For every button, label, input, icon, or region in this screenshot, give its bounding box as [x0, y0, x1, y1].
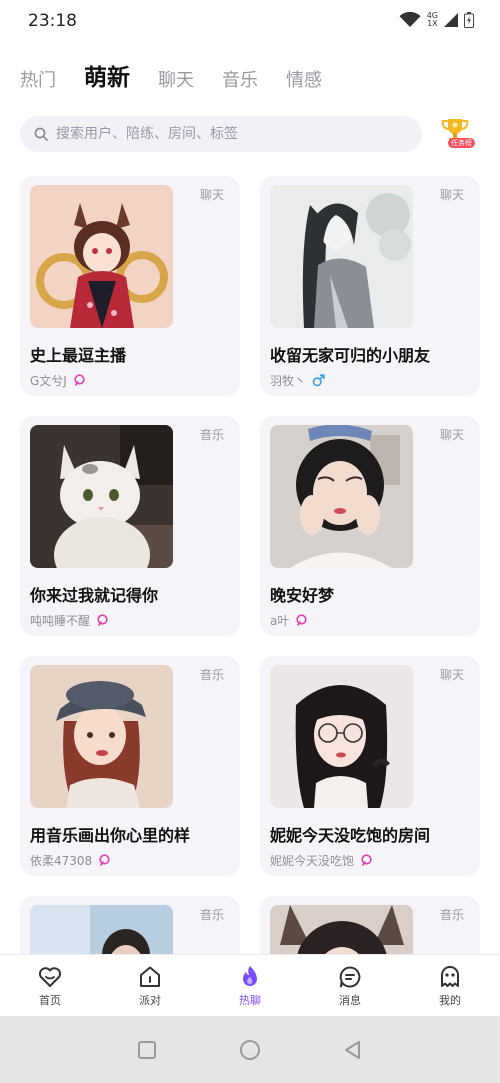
room-host: 妮妮今天没吃饱	[270, 852, 373, 869]
room-host: 羽牧丶	[270, 372, 325, 389]
category-tabs: 热门 萌新 聊天 音乐 情感	[20, 56, 322, 92]
network-type: 4G 1X	[426, 11, 438, 28]
room-tag: 聊天	[439, 668, 464, 682]
girl-portrait-cover	[270, 425, 413, 568]
boy-portrait-cover	[30, 905, 173, 954]
search-bar[interactable]	[20, 116, 422, 152]
search-icon	[34, 127, 48, 141]
app-screen: 23:18 4G 1X 热门 萌新 聊天 音乐 情感 搜索用户、陪练、房间、标签…	[0, 0, 500, 1083]
heart-home-icon	[38, 966, 62, 987]
tab-chat[interactable]: 聊天	[158, 66, 194, 92]
bottom-nav: 首页 派对 热聊 消息 我的	[0, 954, 500, 1016]
host-name: 羽牧丶	[270, 374, 307, 388]
status-time: 23:18	[28, 11, 77, 31]
wifi-icon	[399, 12, 421, 27]
room-tag: 聊天	[439, 188, 464, 202]
room-cover	[270, 185, 413, 328]
room-cover	[270, 905, 413, 954]
ghost-profile-icon	[441, 965, 459, 987]
battery-icon	[464, 12, 474, 28]
nav-profile[interactable]: 我的	[400, 955, 500, 1016]
room-title: 史上最逗主播	[30, 346, 127, 365]
room-card[interactable]: 音乐 你来过我就记得你 吨吨睡不醒	[20, 416, 240, 636]
room-grid: 聊天 史上最逗主播 G文兮J 聊天 收留无家可归的小朋友 羽牧丶 音乐 你来过我…	[20, 176, 480, 954]
room-card[interactable]: 音乐	[260, 896, 480, 954]
ranking-button[interactable]: 任务榜	[434, 114, 478, 154]
ink-painting-cover	[270, 185, 413, 328]
room-card[interactable]: 聊天 妮妮今天没吃饱的房间 妮妮今天没吃饱	[260, 656, 480, 876]
house-icon	[140, 966, 160, 987]
voice-wave-icon	[99, 854, 110, 866]
nav-hot-chat[interactable]: 热聊	[200, 955, 300, 1016]
anime-girl-cover	[30, 185, 173, 328]
status-icons: 4G 1X	[399, 12, 474, 28]
tab-newbie[interactable]: 萌新	[84, 58, 130, 92]
flame-icon	[243, 965, 257, 986]
room-host: 吨吨睡不醒	[30, 612, 109, 629]
tab-music[interactable]: 音乐	[222, 66, 258, 92]
voice-wave-icon	[74, 374, 85, 386]
white-cat-cover	[30, 425, 173, 568]
room-tag: 音乐	[439, 908, 464, 922]
room-cover	[30, 905, 173, 954]
nav-party[interactable]: 派对	[100, 955, 200, 1016]
back-button[interactable]	[343, 1040, 363, 1060]
voice-wave-icon	[97, 614, 108, 626]
room-tag: 音乐	[199, 668, 224, 682]
room-tag: 聊天	[199, 188, 224, 202]
tab-emotion[interactable]: 情感	[286, 66, 322, 92]
room-card[interactable]: 聊天 晚安好梦 a叶	[260, 416, 480, 636]
room-cover	[270, 665, 413, 808]
room-host: a叶	[270, 612, 308, 629]
tab-hot[interactable]: 热门	[20, 66, 56, 92]
room-cover	[30, 185, 173, 328]
chat-bubble-icon	[339, 966, 361, 987]
status-bar: 23:18 4G 1X	[0, 0, 500, 44]
room-card[interactable]: 音乐	[20, 896, 240, 954]
home-button[interactable]	[239, 1039, 261, 1061]
room-title: 晚安好梦	[270, 586, 335, 605]
room-card[interactable]: 聊天 收留无家可归的小朋友 羽牧丶	[260, 176, 480, 396]
room-tag: 音乐	[199, 908, 224, 922]
room-host: G文兮J	[30, 372, 86, 389]
girl-cat-ears-cover	[270, 905, 413, 954]
room-title: 用音乐画出你心里的样	[30, 826, 191, 845]
room-tag: 聊天	[439, 428, 464, 442]
nav-messages[interactable]: 消息	[300, 955, 400, 1016]
host-name: 吨吨睡不醒	[30, 614, 91, 628]
room-tag: 音乐	[199, 428, 224, 442]
room-title: 收留无家可归的小朋友	[270, 346, 431, 365]
host-name: a叶	[270, 614, 290, 628]
recent-apps-button[interactable]	[137, 1040, 157, 1060]
room-card[interactable]: 聊天 史上最逗主播 G文兮J	[20, 176, 240, 396]
male-icon	[312, 374, 325, 387]
ranking-badge: 任务榜	[448, 138, 475, 148]
voice-wave-icon	[361, 854, 372, 866]
room-title: 你来过我就记得你	[30, 586, 159, 605]
host-name: G文兮J	[30, 374, 67, 388]
room-cover	[270, 425, 413, 568]
system-nav-bar	[0, 1016, 500, 1083]
room-title: 妮妮今天没吃饱的房间	[270, 826, 431, 845]
room-card[interactable]: 音乐 用音乐画出你心里的样 依柔47308	[20, 656, 240, 876]
host-name: 依柔47308	[30, 854, 93, 868]
search-input[interactable]	[56, 126, 422, 142]
girl-with-glasses-cover	[270, 665, 413, 808]
room-host: 依柔47308	[30, 852, 111, 869]
nav-home[interactable]: 首页	[0, 955, 100, 1016]
voice-wave-icon	[296, 614, 307, 626]
host-name: 妮妮今天没吃饱	[270, 854, 355, 868]
room-cover	[30, 425, 173, 568]
girl-with-cap-cover	[30, 665, 173, 808]
room-cover	[30, 665, 173, 808]
signal-icon	[444, 13, 458, 27]
